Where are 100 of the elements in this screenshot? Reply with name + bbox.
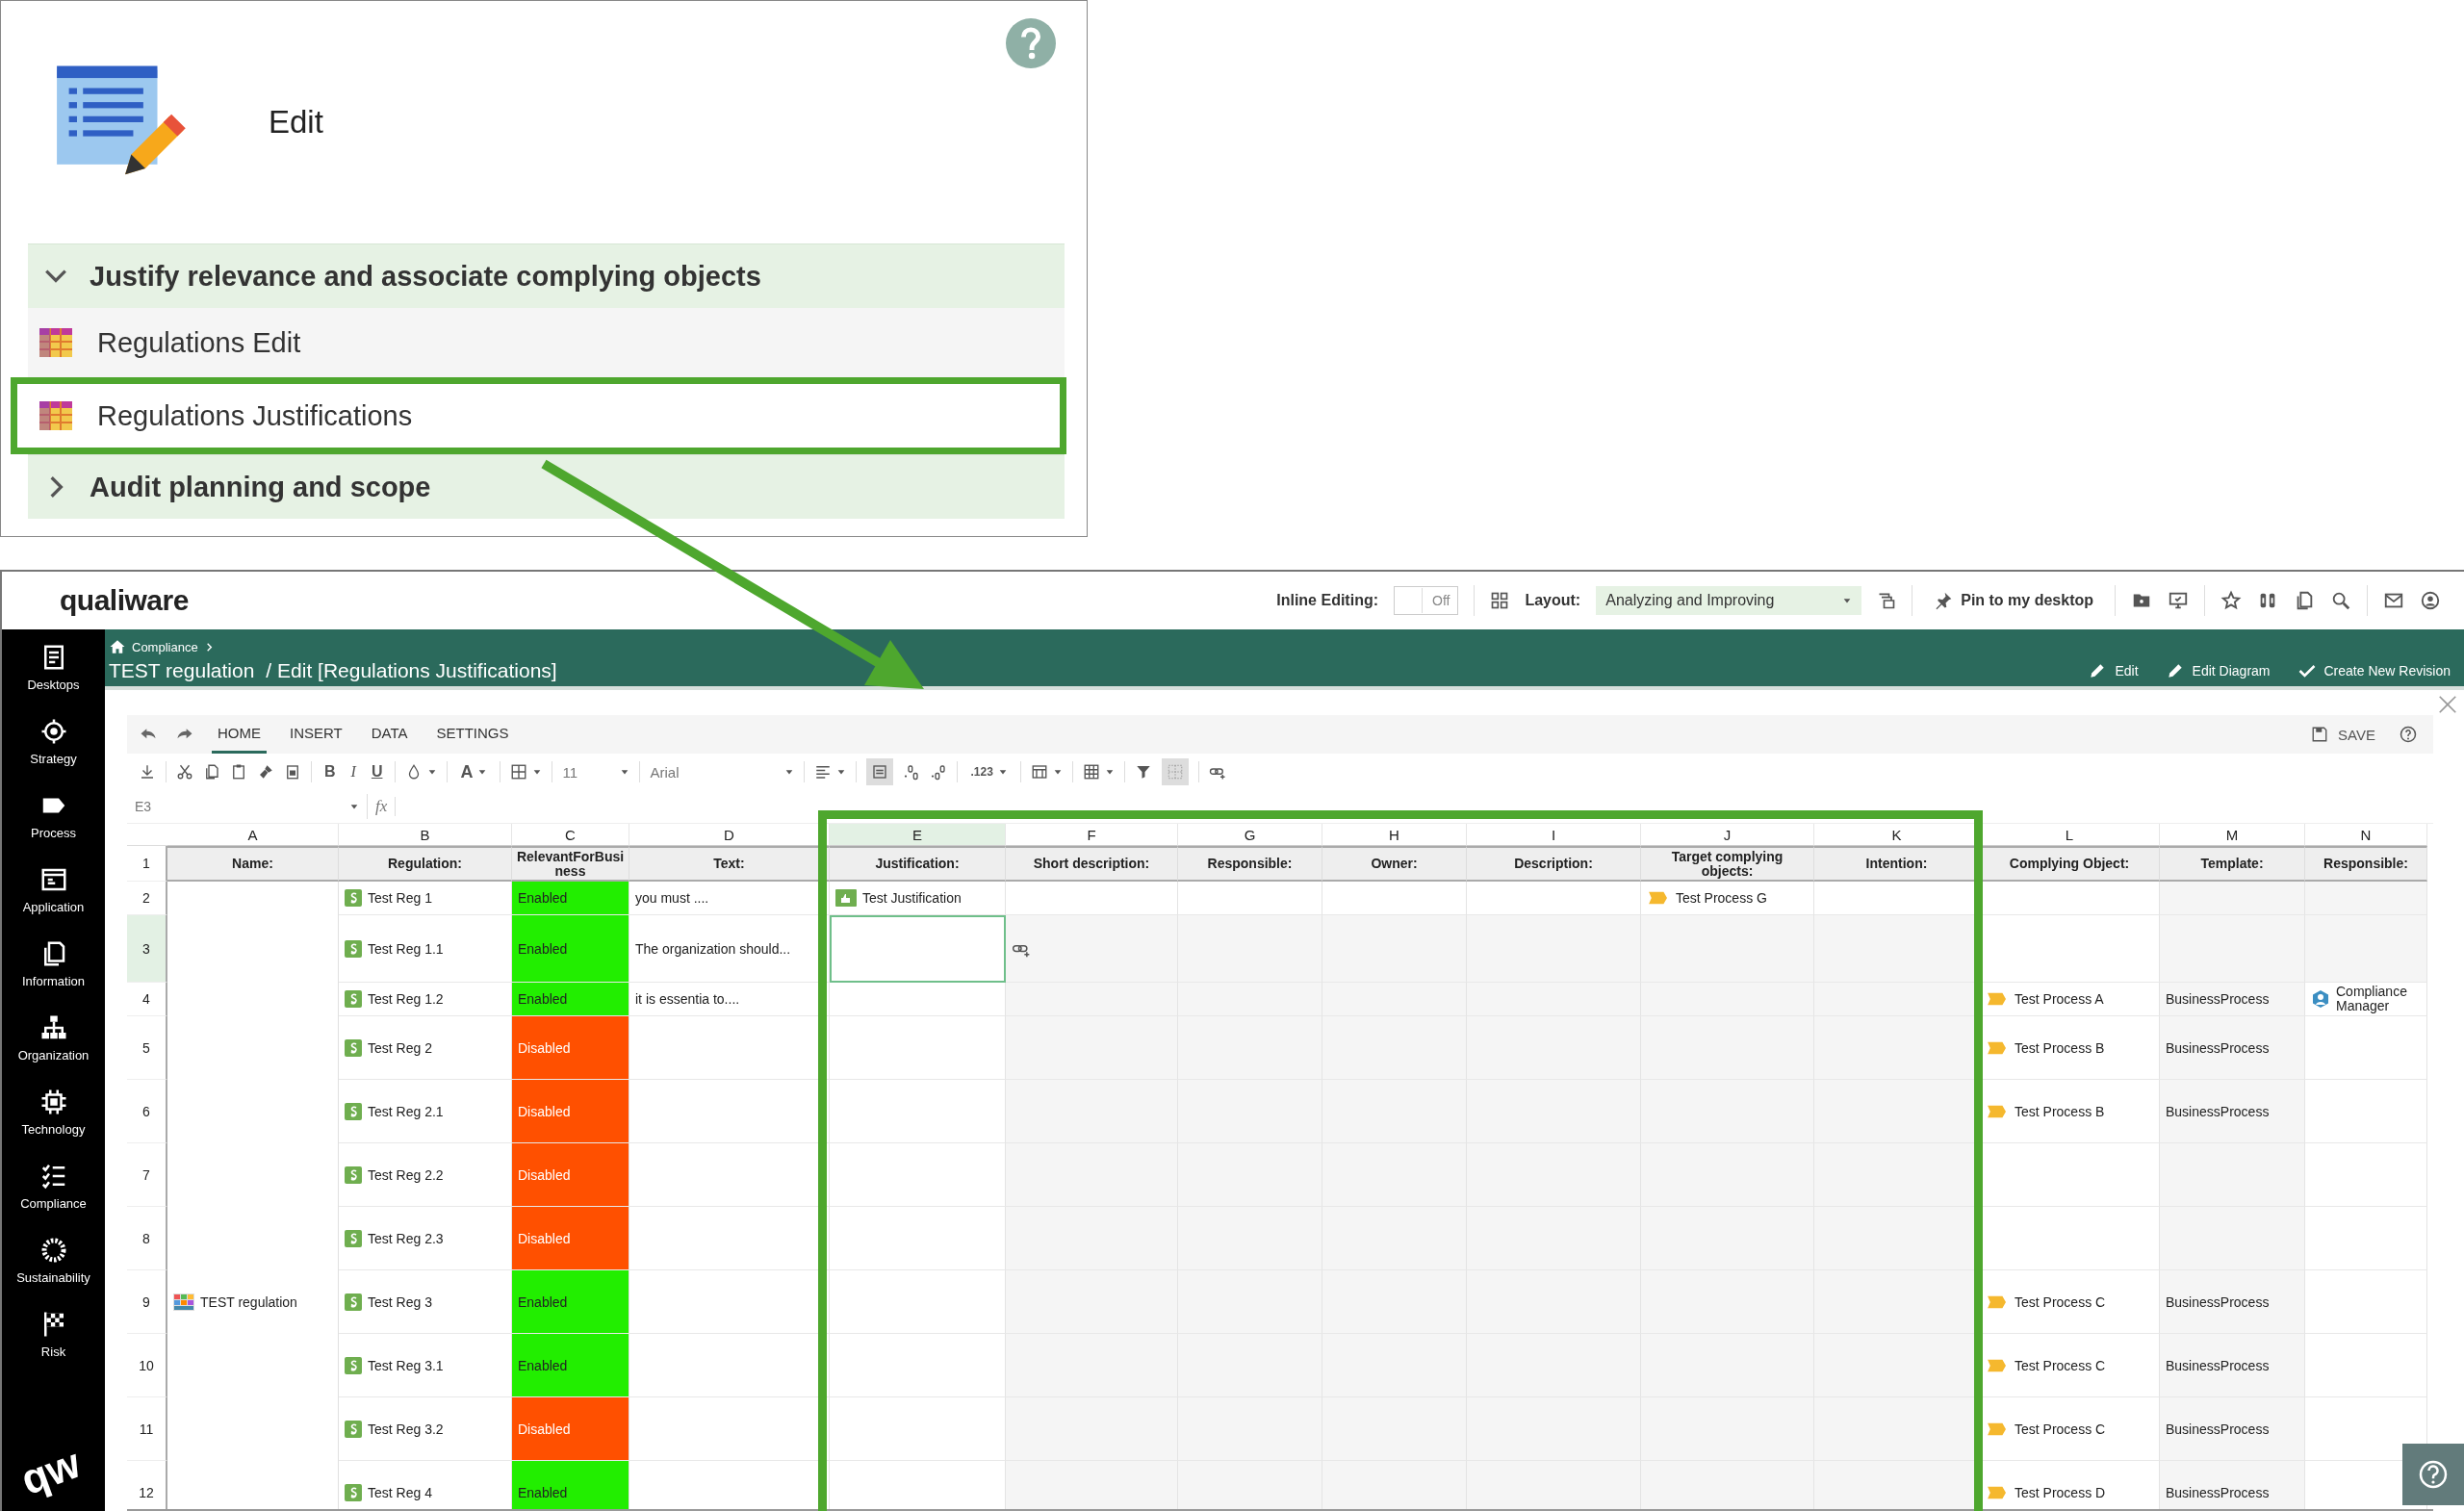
column-header[interactable]: A [167,824,339,846]
underline-button[interactable]: U [368,763,386,781]
sidebar-item[interactable]: Compliance [2,1162,105,1236]
header-action[interactable]: Create New Revision [2297,661,2451,680]
section-title: Audit planning and scope [90,471,431,503]
column-header[interactable]: J [1641,824,1814,846]
ribbon-tab[interactable]: HOME [212,715,267,754]
column-title: Text: [629,846,830,882]
cell-text: Test Justification [862,890,962,906]
panel-title: Edit [269,104,323,141]
status-cell: Disabled [512,1080,629,1143]
cell-text: Test Process C [2015,1421,2106,1437]
header-action[interactable]: Edit [2088,661,2139,680]
status-cell: Disabled [512,1016,629,1080]
row-header[interactable]: 7 [127,1143,167,1207]
sidebar-item[interactable]: Desktops [2,643,105,717]
column-title: Name: [167,846,339,882]
cell-text: Test Reg 2.2 [368,1166,444,1183]
cell-text: Test Process A [2015,991,2104,1007]
row-header[interactable]: 4 [127,983,167,1016]
column-title: RelevantForBusiness [512,846,629,882]
ribbon-tab[interactable]: DATA [365,715,414,754]
logo-mark[interactable]: qw [14,1439,87,1504]
table-cell: BusinessProcess [2160,1270,2305,1334]
cell-text: Test Reg 2.3 [368,1230,444,1246]
font-field[interactable]: Arial [650,763,795,781]
save-button[interactable]: SAVE [2305,725,2381,744]
sidebar-item[interactable]: Process [2,791,105,865]
function-label: fx [368,797,397,816]
row-header[interactable]: 3 [127,915,167,983]
ribbon-tab[interactable]: SETTINGS [430,715,515,754]
column-header[interactable]: D [629,824,830,846]
status-cell: Enabled [512,882,629,915]
column-header[interactable]: B [339,824,512,846]
row-header[interactable]: 1 [127,846,167,882]
table-cell: BusinessProcess [2160,1016,2305,1080]
cell-text: Test Process B [2015,1103,2105,1119]
sidebar-item[interactable]: Information [2,939,105,1013]
logo[interactable]: qualiware [60,584,189,617]
row-header[interactable]: 9 [127,1270,167,1334]
layout-dropdown[interactable]: Analyzing and Improving [1596,586,1862,615]
inline-editing-toggle[interactable]: Off [1394,586,1459,615]
row-header[interactable]: 10 [127,1334,167,1397]
section-header[interactable]: Justify relevance and associate complying objects [28,243,1065,308]
list-item[interactable]: Regulations Justifications [11,377,1066,454]
table-cell: it is essentia to.... [629,983,830,1016]
status-cell: Enabled [512,1270,629,1334]
number-format-button[interactable]: .123 [967,765,1011,779]
column-title: Complying Object: [1980,846,2160,882]
cell-text: TEST regulation [200,1294,297,1310]
row-header[interactable]: 6 [127,1080,167,1143]
column-title: Target complying objects: [1641,846,1814,882]
row-header[interactable]: 5 [127,1016,167,1080]
status-cell: Disabled [512,1207,629,1270]
cell-text: Test Reg 4 [368,1484,432,1500]
page-subtitle: / Edit [Regulations Justifications] [266,659,557,682]
status-cell: Enabled [512,1334,629,1397]
cell-text: Test Process B [2015,1039,2105,1056]
column-title: Responsible: [2305,846,2427,882]
section-header[interactable]: Audit planning and scope [28,454,1065,519]
header-action[interactable]: Edit Diagram [2165,661,2271,680]
column-header[interactable]: G [1178,824,1322,846]
sidebar-item[interactable]: Sustainability [2,1236,105,1310]
italic-button[interactable]: I [347,763,359,781]
list-item[interactable]: Regulations Edit [28,308,1065,377]
column-header[interactable]: E [830,824,1006,846]
column-header[interactable]: N [2305,824,2427,846]
bold-button[interactable]: B [321,763,339,781]
row-header[interactable]: 2 [127,882,167,915]
cell-text: Test Process D [2015,1484,2106,1500]
sidebar-item[interactable]: Technology [2,1088,105,1162]
cell-reference-field[interactable]: E3 [127,794,368,819]
row-header[interactable]: 8 [127,1207,167,1270]
breadcrumb-link[interactable]: Compliance [132,639,198,654]
ribbon-tab[interactable]: INSERT [284,715,348,754]
sidebar-item[interactable]: Application [2,865,105,939]
cell-text: Test Process C [2015,1357,2106,1373]
column-header[interactable]: C [512,824,629,846]
cell-text: Test Process C [2015,1293,2106,1310]
table-cell: BusinessProcess [2160,1334,2305,1397]
pin-button[interactable]: Pin to my desktop [1928,590,2099,611]
cell-text: Test Reg 3.1 [368,1357,444,1373]
font-color-button[interactable]: A [457,761,491,782]
layout-label: Layout: [1525,592,1581,609]
column-header[interactable]: I [1467,824,1641,846]
status-cell: Enabled [512,1461,629,1509]
sidebar-item[interactable]: Risk [2,1310,105,1384]
sidebar-item[interactable]: Strategy [2,717,105,791]
page-title: TEST regulation [109,659,255,682]
column-header[interactable]: M [2160,824,2305,846]
column-header[interactable]: L [1980,824,2160,846]
column-header[interactable]: F [1006,824,1178,846]
column-title: Short description: [1006,846,1178,882]
sidebar-item[interactable]: Organization [2,1013,105,1088]
cell-text: Test Reg 1.2 [368,991,444,1007]
column-header[interactable]: H [1322,824,1467,846]
cell-text: Test Process G [1676,890,1767,906]
row-header[interactable]: 11 [127,1397,167,1461]
font-size-field[interactable]: 11 [562,763,630,781]
column-title: Regulation: [339,846,512,882]
